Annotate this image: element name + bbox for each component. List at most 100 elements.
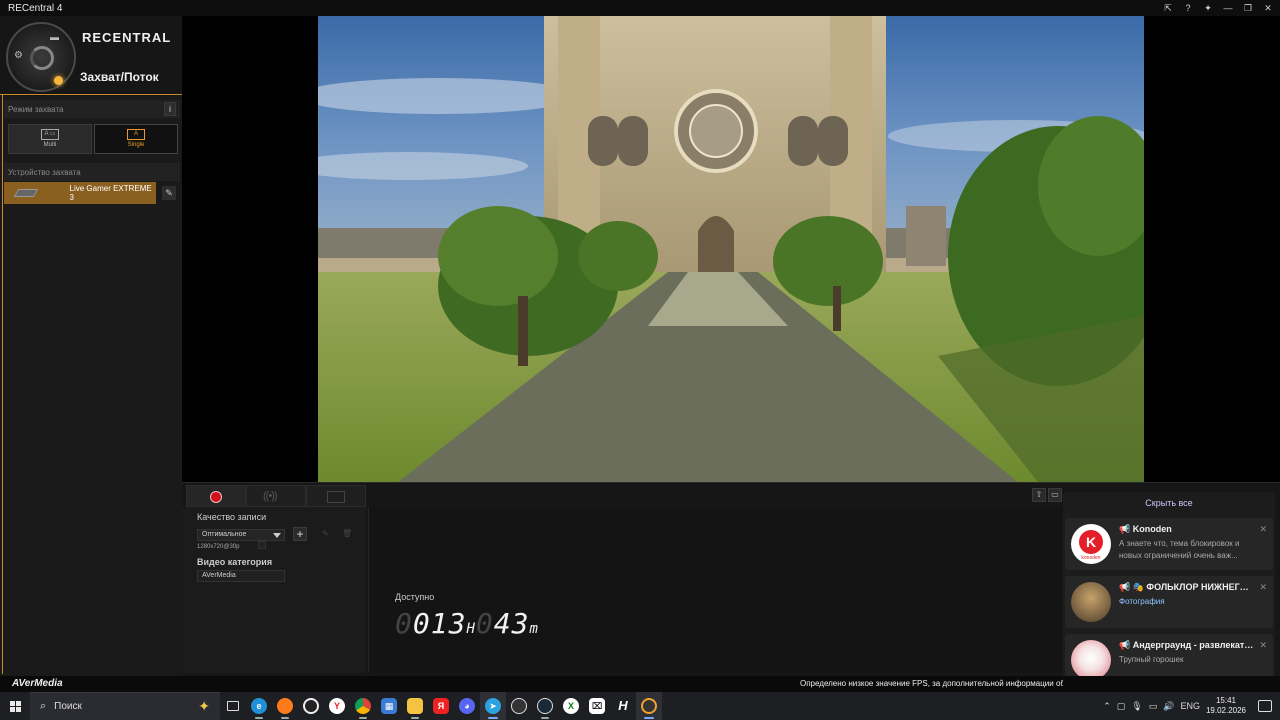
active-mode-indicator	[54, 76, 63, 85]
app-window: RECentral 4 ⇱ ? ✦ — ❐ ✕ ⚙ ▬ RECENTRAL За…	[0, 0, 1280, 720]
window-controls: ⇱ ? ✦ — ❐ ✕	[1162, 0, 1274, 16]
upload-icon[interactable]: ⇧	[1032, 488, 1046, 502]
tab-network[interactable]	[306, 485, 366, 507]
language-indicator[interactable]: ENG	[1180, 701, 1200, 711]
mode-dial[interactable]: ⚙ ▬	[6, 22, 76, 92]
popout-icon[interactable]: ⇱	[1162, 3, 1174, 14]
search-icon: ⌕	[40, 700, 47, 712]
category-value: AVerMedia	[202, 572, 236, 579]
minimize-icon[interactable]: —	[1222, 3, 1234, 13]
hide-all-button[interactable]: Скрыть все	[1063, 498, 1275, 508]
notifications-icon[interactable]	[1258, 700, 1272, 712]
quality-label: Качество записи	[197, 512, 267, 522]
notification-avatar-letter: K	[1079, 530, 1103, 554]
accent-line	[0, 94, 182, 95]
chrome-icon[interactable]	[350, 692, 376, 720]
capture-mode-buttons: A ▭ Multi A Single	[8, 124, 178, 154]
mode-title: Захват/Поток	[80, 70, 159, 84]
file-explorer-icon[interactable]	[402, 692, 428, 720]
capcut-icon[interactable]: ⌧	[584, 692, 610, 720]
h-app-icon[interactable]: H	[610, 692, 636, 720]
resolution-text: 1280x720@30p	[197, 544, 240, 550]
timer-digit: 0	[475, 607, 494, 640]
notification-panel: Скрыть все K konoden 📢 Konoden А знаете …	[1063, 492, 1275, 688]
avermedia-logo: AVerMedia	[12, 678, 63, 689]
maximize-icon[interactable]: ❐	[1242, 3, 1254, 14]
sidebar: ⚙ ▬ RECENTRAL Захват/Поток Режим захвата…	[0, 16, 182, 676]
volume-icon[interactable]: 🔊	[1163, 701, 1174, 712]
sparkle-icon: ✦	[198, 698, 210, 714]
edit-device-button[interactable]: ✎	[162, 186, 176, 200]
firefox-icon[interactable]	[272, 692, 298, 720]
tab-record[interactable]	[186, 485, 246, 507]
close-icon[interactable]: ✕	[1259, 582, 1267, 593]
steam-icon[interactable]	[532, 692, 558, 720]
notification-card[interactable]: 📢 🎭 ФОЛЬКЛОР НИЖНЕГО И... Фотография ✕	[1065, 576, 1273, 628]
chevron-up-icon[interactable]: ⌃	[1103, 701, 1111, 712]
layout-icon[interactable]: ▭	[1048, 488, 1062, 502]
timer-minutes-unit: m	[529, 621, 539, 637]
chevron-down-icon	[273, 533, 281, 538]
timer-digit: 0	[412, 607, 431, 640]
pin-icon[interactable]: ✦	[1202, 3, 1214, 14]
device-icon[interactable]: ▢	[1117, 701, 1126, 712]
start-button[interactable]	[0, 692, 30, 720]
taskbar-search[interactable]: ⌕ Поиск ✦	[30, 692, 220, 720]
window-title: RECentral 4	[8, 2, 63, 14]
timer-hours: 13	[430, 607, 467, 640]
network-tray-icon[interactable]: ▭	[1149, 701, 1158, 712]
date-text: 19.02.2026	[1205, 706, 1246, 715]
timer-minutes: 43	[493, 607, 530, 640]
logo-area: ⚙ ▬ RECENTRAL Захват/Поток	[0, 16, 182, 96]
category-field[interactable]: AVerMedia	[197, 570, 285, 582]
help-icon[interactable]: ?	[1182, 3, 1194, 13]
status-bar: AVerMedia Определено низкое значение FPS…	[0, 676, 1280, 692]
mode-multi-button[interactable]: A ▭ Multi	[8, 124, 92, 154]
capture-device-header: Устройство захвата	[4, 163, 180, 181]
notification-title: 📢 🎭 ФОЛЬКЛОР НИЖНЕГО И...	[1119, 582, 1255, 592]
task-view-icon[interactable]	[220, 692, 246, 720]
yandex-icon[interactable]: Я	[428, 692, 454, 720]
capture-device-item[interactable]: Live Gamer EXTREME 3	[4, 182, 156, 204]
record-icon	[210, 491, 222, 503]
discord-icon[interactable]: ◕	[454, 692, 480, 720]
app-icon[interactable]	[506, 692, 532, 720]
close-icon[interactable]: ✕	[1259, 640, 1267, 651]
xbox-icon[interactable]: X	[558, 692, 584, 720]
quality-dropdown[interactable]: Оптимальное	[197, 529, 285, 541]
obs-icon[interactable]	[298, 692, 324, 720]
title-bar: RECentral 4 ⇱ ? ✦ — ❐ ✕	[0, 0, 1280, 16]
multi-icon: A ▭	[41, 129, 59, 140]
panel-tabs: ((•))	[186, 485, 366, 507]
notification-title: 📢 Андерграунд - развлекате...	[1119, 640, 1255, 650]
device-name: Live Gamer EXTREME 3	[69, 184, 152, 202]
available-time-readout: 0013H043m	[395, 607, 539, 640]
add-preset-button[interactable]: +	[293, 527, 307, 541]
notification-body: А знаете что, тема блокировок и новых ог…	[1119, 539, 1240, 560]
yandex-browser-icon[interactable]: Y	[324, 692, 350, 720]
mode-single-button[interactable]: A Single	[94, 124, 178, 154]
clock[interactable]: 15:41 19.02.2026	[1206, 696, 1246, 716]
time-text: 15:41	[1215, 696, 1236, 705]
available-time-area: Доступно 0013H043m	[368, 507, 1062, 673]
avatar-caption: konoden	[1081, 555, 1101, 561]
windows-logo-icon	[9, 700, 21, 712]
close-icon[interactable]: ✕	[1259, 524, 1267, 535]
info-icon[interactable]: i	[164, 102, 176, 116]
search-placeholder: Поиск	[54, 701, 82, 712]
microphone-icon[interactable]: 🎙	[1131, 701, 1142, 712]
telegram-icon[interactable]: ➤	[480, 692, 506, 720]
quality-value: Оптимальное	[202, 531, 247, 538]
capture-device-label: Устройство захвата	[8, 168, 81, 177]
close-icon[interactable]: ✕	[1262, 3, 1274, 14]
capture-mode-header: Режим захвата i	[4, 100, 180, 118]
gear-icon[interactable]: ⚙	[14, 50, 23, 61]
store-icon[interactable]: ▦	[376, 692, 402, 720]
tab-stream[interactable]: ((•))	[246, 485, 306, 507]
edge-icon[interactable]: e	[246, 692, 272, 720]
resolution-info-icon	[258, 541, 266, 549]
recentral-taskbar-icon[interactable]	[636, 692, 662, 720]
notification-card[interactable]: K konoden 📢 Konoden А знаете что, тема б…	[1065, 518, 1273, 570]
available-label: Доступно	[395, 592, 435, 602]
fps-warning-message[interactable]: Определено низкое значение FPS, за допол…	[800, 679, 1063, 688]
